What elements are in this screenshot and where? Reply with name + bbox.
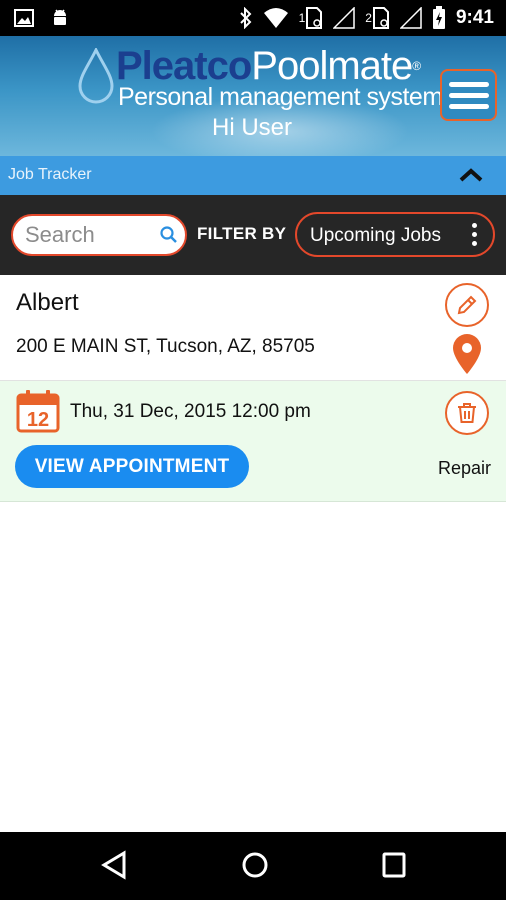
- image-icon: [14, 9, 34, 27]
- wifi-icon: [263, 8, 288, 28]
- customer-name: Albert: [16, 289, 79, 316]
- pencil-icon: [457, 295, 477, 315]
- water-drop-logo-icon: [78, 48, 114, 104]
- more-vertical-icon: [472, 223, 477, 246]
- system-navigation-bar: [0, 832, 506, 900]
- status-bar-notifications: [14, 8, 70, 28]
- status-bar-system: 1 2 9:41: [239, 6, 494, 30]
- calendar-icon: 12: [16, 390, 60, 433]
- recent-apps-icon[interactable]: [380, 850, 408, 880]
- hamburger-line: [448, 92, 489, 98]
- user-greeting: Hi User: [212, 114, 293, 141]
- job-type-label: Repair: [437, 458, 491, 478]
- sim1-indicator: 1: [299, 7, 324, 29]
- bluetooth-icon: [239, 7, 252, 29]
- search-box[interactable]: [11, 214, 187, 256]
- filter-by-label: FILTER BY: [197, 224, 287, 243]
- sim1-label: 1: [298, 11, 306, 25]
- hamburger-menu-button[interactable]: [440, 69, 497, 121]
- view-appointment-button[interactable]: VIEW APPOINTMENT: [15, 445, 249, 488]
- job-tracker-section-bar[interactable]: Job Tracker: [0, 156, 506, 195]
- location-pin-icon[interactable]: [452, 333, 482, 375]
- sim2-indicator: 2: [365, 7, 390, 29]
- section-title: Job Tracker: [8, 166, 92, 183]
- search-input[interactable]: [25, 221, 165, 249]
- calendar-day: 12: [27, 409, 49, 431]
- signal-icon: [399, 7, 422, 29]
- chevron-up-icon[interactable]: [458, 166, 484, 184]
- brand-name-primary: Pleatco: [116, 44, 252, 88]
- filter-bar: FILTER BY Upcoming Jobs: [0, 195, 506, 275]
- clock: 9:41: [455, 7, 494, 28]
- sim2-label: 2: [365, 11, 372, 25]
- trash-icon: [458, 403, 476, 423]
- hamburger-menu-icon: [448, 81, 489, 87]
- edit-job-button[interactable]: [445, 283, 489, 327]
- sim-card-icon: [372, 7, 389, 29]
- back-icon[interactable]: [100, 850, 128, 880]
- search-icon[interactable]: [159, 225, 179, 245]
- status-bar: 1 2 9:41: [0, 0, 506, 36]
- app-logo: PleatcoPoolmate®: [116, 44, 421, 88]
- selected-filter-value: Upcoming Jobs: [310, 225, 441, 246]
- battery-icon: [432, 6, 445, 29]
- hamburger-line: [448, 103, 489, 109]
- app-header: PleatcoPoolmate® Personal management sys…: [0, 36, 506, 156]
- signal-icon: [333, 7, 356, 29]
- job-card-appointment: 12 Thu, 31 Dec, 2015 12:00 pm VIEW APPOI…: [0, 381, 506, 502]
- android-icon: [54, 9, 66, 25]
- sim-card-icon: [306, 7, 323, 29]
- customer-address: 200 E MAIN ST, Tucson, AZ, 85705: [16, 336, 315, 357]
- brand-name-secondary: Poolmate: [251, 44, 413, 88]
- registered-mark: ®: [412, 59, 421, 73]
- appointment-datetime: Thu, 31 Dec, 2015 12:00 pm: [70, 401, 311, 422]
- app-tagline: Personal management system: [118, 83, 443, 111]
- home-icon[interactable]: [240, 850, 270, 880]
- delete-job-button[interactable]: [445, 391, 489, 435]
- filter-dropdown[interactable]: Upcoming Jobs: [295, 212, 495, 257]
- job-card-details: Albert 200 E MAIN ST, Tucson, AZ, 85705: [0, 275, 506, 381]
